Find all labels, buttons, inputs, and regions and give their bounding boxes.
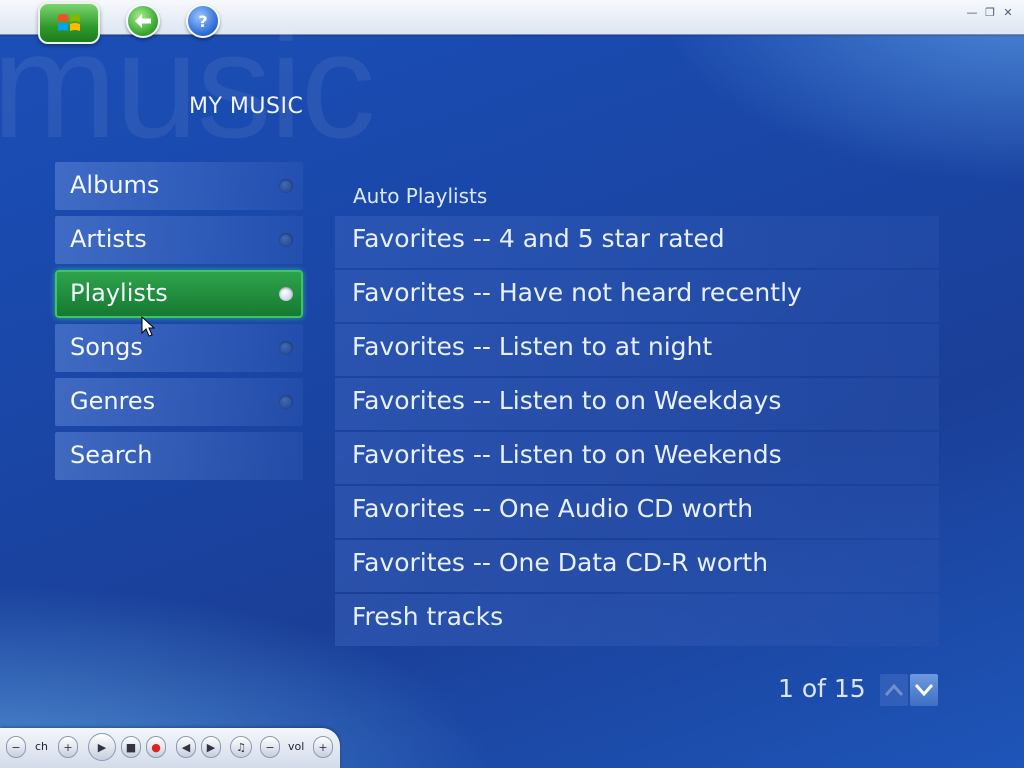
skip-back-icon: ◀	[181, 740, 191, 754]
playlist-row-label: Favorites -- Listen to on Weekdays	[352, 386, 782, 415]
close-icon[interactable]: ✕	[1002, 6, 1014, 19]
chevron-down-icon	[914, 684, 934, 697]
stop-icon: ■	[125, 740, 137, 754]
page-down-button[interactable]	[910, 674, 938, 706]
previous-button[interactable]: ◀	[176, 736, 196, 758]
menu-item-genres[interactable]: Genres	[55, 378, 303, 426]
stop-button[interactable]: ■	[121, 736, 141, 758]
transport-bar: − ch + ▶ ■ ● ◀ ▶ ♫ − vol +	[0, 728, 340, 768]
speaker-icon: ♫	[236, 740, 246, 754]
play-button[interactable]: ▶	[88, 733, 116, 761]
help-button[interactable]: ?	[186, 4, 220, 38]
menu-item-playlists[interactable]: Playlists	[55, 270, 303, 318]
channel-label: ch	[35, 740, 49, 753]
mouse-cursor-icon	[141, 316, 155, 337]
play-icon: ▶	[97, 740, 107, 754]
skip-forward-icon: ▶	[206, 740, 216, 754]
menu-item-artists[interactable]: Artists	[55, 216, 303, 264]
playlist-row[interactable]: Favorites -- One Data CD-R worth	[335, 540, 939, 592]
volume-down-button[interactable]: −	[260, 736, 280, 758]
volume-label: vol	[288, 740, 305, 753]
menu-item-songs[interactable]: Songs	[55, 324, 303, 372]
page-up-button[interactable]	[880, 674, 908, 706]
page-title: MY MUSIC	[189, 94, 304, 119]
chevron-up-icon	[884, 683, 904, 696]
playlist-row-label: Favorites -- 4 and 5 star rated	[352, 224, 725, 253]
playlist-row[interactable]: Favorites -- Listen to on Weekends	[335, 432, 939, 484]
playlist-row-label: Favorites -- Have not heard recently	[352, 278, 802, 307]
minus-icon: −	[265, 740, 275, 754]
window-controls: — ❐ ✕	[966, 6, 1014, 19]
menu-item-search[interactable]: Search	[55, 432, 303, 480]
record-icon: ●	[151, 740, 161, 754]
next-button[interactable]: ▶	[201, 736, 221, 758]
menu-item-albums[interactable]: Albums	[55, 162, 303, 210]
help-icon: ?	[198, 11, 208, 31]
back-button[interactable]	[126, 4, 160, 38]
page-counter: 1 of 15	[778, 674, 866, 703]
playlist-row[interactable]: Favorites -- Have not heard recently	[335, 270, 939, 322]
record-button[interactable]: ●	[146, 736, 166, 758]
menu-item-label: Search	[70, 441, 153, 469]
restore-icon[interactable]: ❐	[984, 6, 996, 19]
minimize-icon[interactable]: —	[966, 6, 978, 19]
mute-button[interactable]: ♫	[230, 736, 252, 758]
back-arrow-icon	[135, 14, 151, 28]
menu-item-label: Playlists	[70, 279, 168, 307]
menu-item-label: Genres	[70, 387, 156, 415]
channel-up-button[interactable]: +	[58, 736, 78, 758]
windows-flag-icon	[58, 14, 80, 31]
plus-icon: +	[63, 740, 73, 754]
playlist-row[interactable]: Fresh tracks	[335, 594, 939, 646]
indicator-dot-icon	[279, 341, 293, 355]
playlist-row[interactable]: Favorites -- Listen to on Weekdays	[335, 378, 939, 430]
playlist-row-label: Fresh tracks	[352, 602, 504, 631]
plus-icon: +	[318, 740, 328, 754]
playlist-row-label: Favorites -- One Data CD-R worth	[352, 548, 769, 577]
playlist-row[interactable]: Favorites -- Listen to at night	[335, 324, 939, 376]
category-menu: Albums Artists Playlists Songs Genres Se…	[55, 162, 303, 486]
playlist-row[interactable]: Favorites -- 4 and 5 star rated	[335, 216, 939, 268]
menu-item-label: Artists	[70, 225, 147, 253]
indicator-dot-icon	[279, 233, 293, 247]
minus-icon: −	[11, 740, 21, 754]
start-button[interactable]	[38, 2, 100, 44]
section-label: Auto Playlists	[353, 184, 488, 208]
playlist-list: Favorites -- 4 and 5 star rated Favorite…	[335, 216, 939, 648]
channel-down-button[interactable]: −	[6, 736, 26, 758]
playlist-row-label: Favorites -- One Audio CD worth	[352, 494, 754, 523]
playlist-row-label: Favorites -- Listen to on Weekends	[352, 440, 782, 469]
menu-item-label: Songs	[70, 333, 143, 361]
playlist-row-label: Favorites -- Listen to at night	[352, 332, 713, 361]
menu-item-label: Albums	[70, 171, 160, 199]
indicator-dot-icon	[279, 179, 293, 193]
volume-up-button[interactable]: +	[313, 736, 333, 758]
playlist-row[interactable]: Favorites -- One Audio CD worth	[335, 486, 939, 538]
indicator-dot-icon	[279, 395, 293, 409]
indicator-dot-icon	[279, 287, 293, 301]
